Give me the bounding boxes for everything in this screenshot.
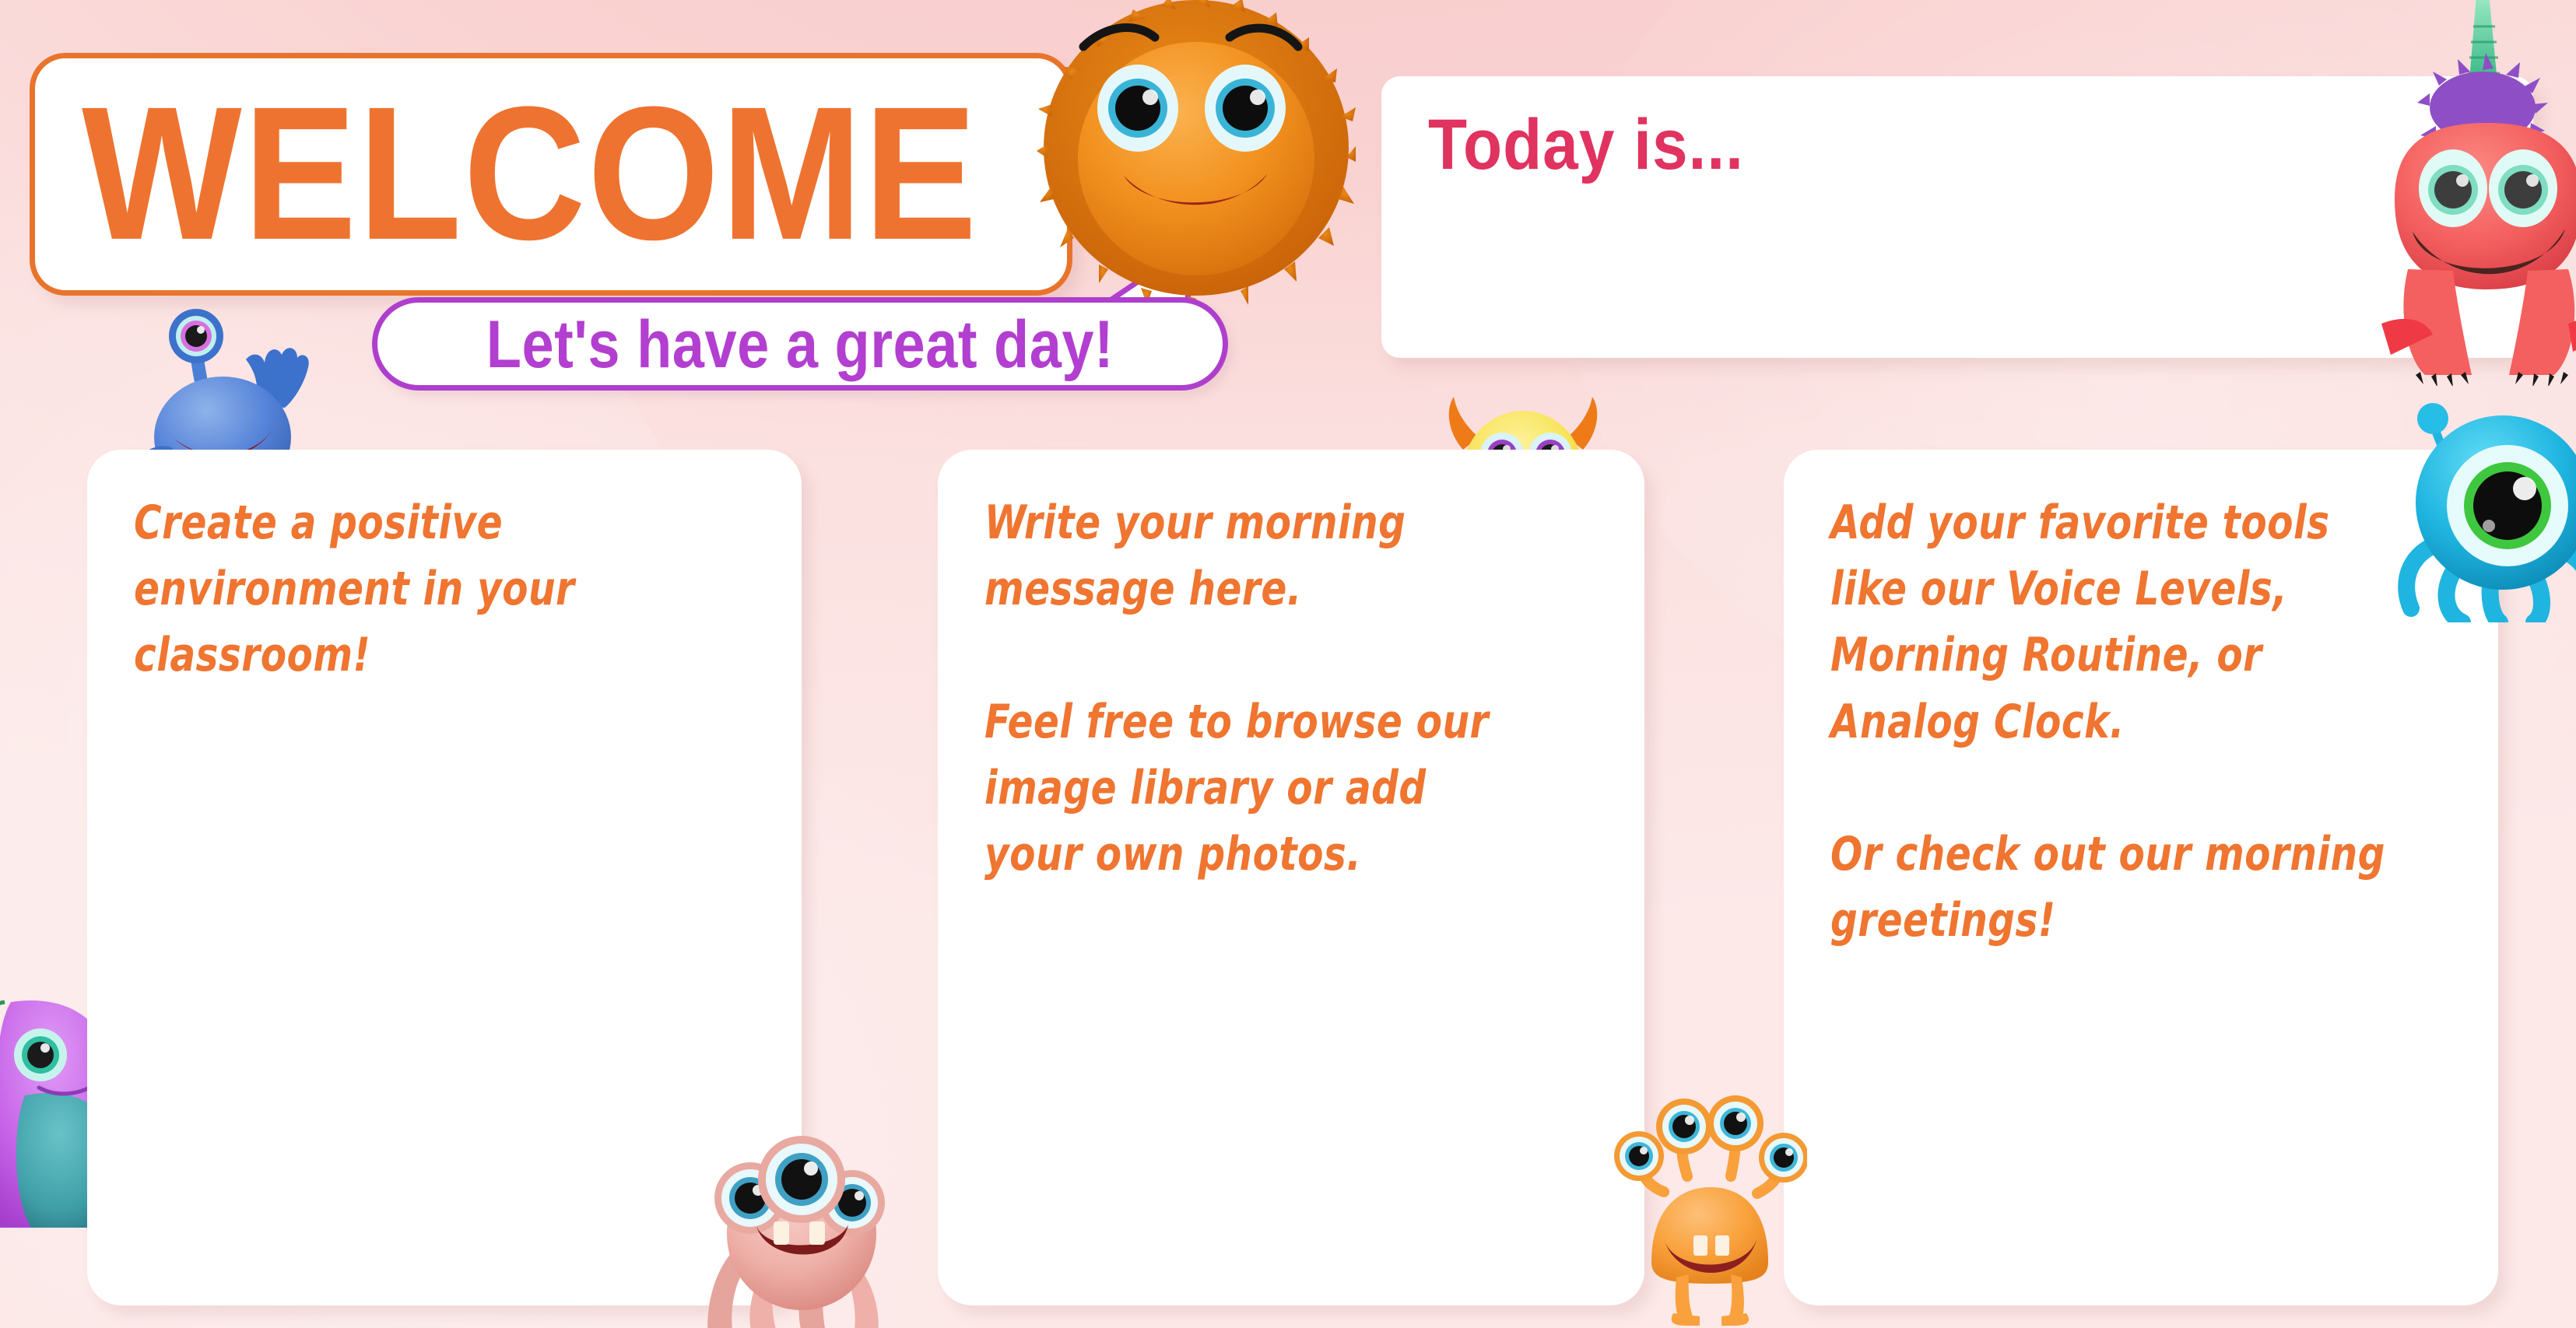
- slide-canvas: WELCOME Let's have a great day! Today is…: [0, 0, 2576, 1328]
- orange-four-eyed-monster-icon: [1614, 1095, 1807, 1326]
- speech-bubble[interactable]: Let's have a great day!: [372, 297, 1228, 391]
- speech-bubble-text: Let's have a great day!: [486, 306, 1114, 382]
- orange-furry-monster-icon: [1037, 0, 1356, 307]
- cyan-octopus-monster-icon: [2398, 403, 2576, 622]
- content-card-2[interactable]: Write your morning message here. Feel fr…: [938, 450, 1644, 1305]
- content-card-3[interactable]: Add your favorite tools like our Voice L…: [1784, 450, 2498, 1305]
- welcome-banner[interactable]: WELCOME: [30, 53, 1072, 296]
- today-is-panel[interactable]: Today is...: [1381, 76, 2533, 358]
- content-card-2-text: Write your morning message here. Feel fr…: [984, 496, 1489, 881]
- welcome-title: WELCOME: [82, 68, 979, 280]
- red-unicorn-monster-icon: [2381, 0, 2576, 386]
- pink-octopus-monster-icon: [707, 1136, 885, 1328]
- content-card-3-text: Add your favorite tools like our Voice L…: [1830, 496, 2385, 948]
- content-card-1-text: Create a positive environment in your cl…: [134, 496, 588, 683]
- today-is-label: Today is...: [1428, 105, 1744, 185]
